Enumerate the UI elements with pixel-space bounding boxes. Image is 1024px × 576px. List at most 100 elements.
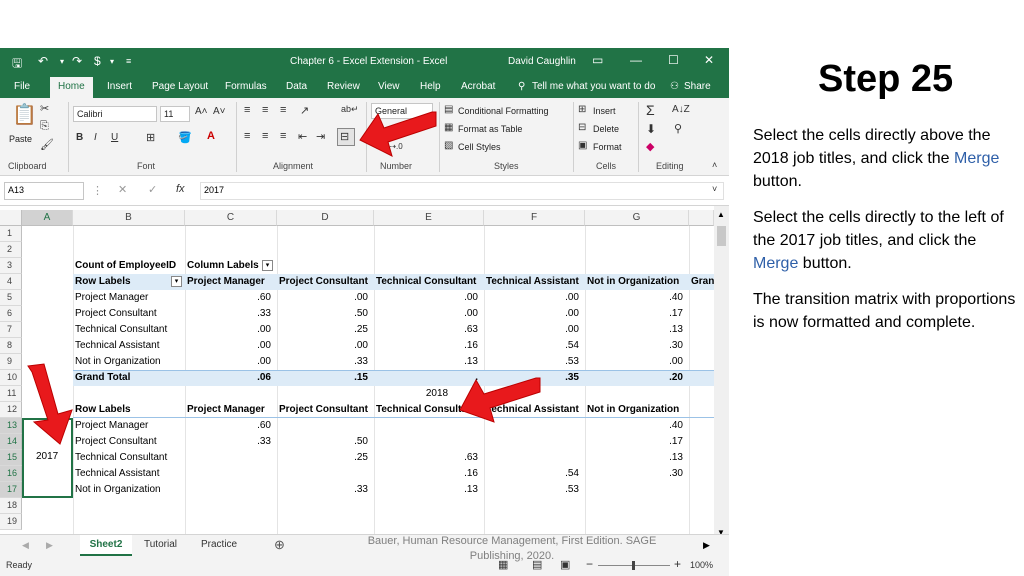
worksheet-grid[interactable]: A B C D E F G 1 2 3 4 5 6 7 8 9 10 11 12… — [0, 206, 714, 542]
pivot-cell[interactable]: .00 — [374, 306, 484, 322]
font-name-select[interactable]: Calibri — [73, 106, 157, 122]
delete-cells-icon[interactable]: ⊟ — [578, 122, 586, 133]
row-header[interactable]: 5 — [0, 290, 22, 306]
grand-total-cell[interactable]: .20 — [585, 370, 689, 386]
sheet-tab[interactable]: Practice — [201, 539, 237, 550]
fill-color-icon[interactable]: 🪣 — [178, 131, 192, 144]
tab-home[interactable]: Home — [50, 77, 93, 98]
clear-icon[interactable]: ◆ — [646, 140, 654, 153]
pivot-cell[interactable]: .16 — [374, 338, 484, 354]
pivot-cell[interactable]: .00 — [585, 354, 689, 370]
tab-insert[interactable]: Insert — [107, 81, 132, 92]
tab-acrobat[interactable]: Acrobat — [461, 81, 495, 92]
delete-cells-button[interactable]: Delete — [593, 124, 619, 134]
matrix-cell[interactable] — [484, 450, 585, 466]
column-header[interactable]: C — [185, 210, 277, 226]
pivot-cell[interactable]: .13 — [585, 322, 689, 338]
matrix-cell[interactable]: .53 — [484, 482, 585, 498]
pivot-cell[interactable]: .00 — [185, 338, 277, 354]
paste-label[interactable]: Paste — [9, 134, 32, 144]
row-header[interactable]: 13 — [0, 418, 22, 434]
matrix-cell[interactable]: .17 — [585, 434, 689, 450]
maximize-icon[interactable]: ☐ — [668, 53, 679, 67]
insert-function-icon[interactable]: fx — [176, 183, 185, 195]
grand-total-label[interactable]: Grand Total — [75, 370, 185, 386]
row-header[interactable]: 16 — [0, 466, 22, 482]
format-painter-icon[interactable]: 🖌 — [40, 138, 54, 151]
prev-sheet-icon[interactable]: ◀ — [22, 540, 29, 551]
pivot-cell[interactable]: .40 — [585, 290, 689, 306]
pivot-cell[interactable]: .60 — [185, 290, 277, 306]
matrix-col-header[interactable]: Project Consultant — [279, 402, 376, 418]
top-align-icon[interactable]: ≡ — [244, 104, 250, 116]
ribbon-display-icon[interactable]: ▭ — [592, 53, 603, 67]
matrix-cell[interactable]: .60 — [185, 418, 277, 434]
wrap-text-icon[interactable]: ab↵ — [341, 104, 359, 115]
matrix-row-label[interactable]: Technical Assistant — [75, 466, 185, 482]
row-header[interactable]: 10 — [0, 370, 22, 386]
paste-icon[interactable]: 📋 — [12, 102, 37, 127]
copy-icon[interactable]: ⎘ — [40, 120, 49, 133]
row-header[interactable]: 1 — [0, 226, 22, 242]
tab-review[interactable]: Review — [327, 81, 360, 92]
increase-font-icon[interactable]: A˄ — [195, 106, 208, 117]
pivot-cell[interactable]: .50 — [277, 306, 374, 322]
redo-icon[interactable]: ↷ — [72, 54, 82, 68]
pivot-col-header[interactable]: Grand — [691, 274, 714, 290]
matrix-row-label[interactable]: Project Manager — [75, 418, 185, 434]
undo-dropdown-icon[interactable]: ▾ — [60, 57, 64, 66]
format-as-table-button[interactable]: Format as Table — [458, 124, 522, 134]
merged-year-2018[interactable]: 2018 — [185, 386, 689, 402]
pivot-cell[interactable]: .33 — [277, 354, 374, 370]
pivot-cell[interactable]: .25 — [277, 322, 374, 338]
borders-icon[interactable]: ⊞ — [146, 131, 155, 144]
row-header[interactable]: 6 — [0, 306, 22, 322]
row-header[interactable]: 9 — [0, 354, 22, 370]
autosum-icon[interactable]: Σ — [646, 102, 655, 118]
qa-dropdown-icon[interactable]: ▾ — [110, 57, 114, 66]
matrix-cell[interactable]: .33 — [277, 482, 374, 498]
column-header[interactable]: G — [585, 210, 689, 226]
save-icon[interactable]: 🖫 — [12, 54, 22, 75]
formula-input[interactable]: 2017 — [200, 182, 724, 200]
matrix-cell[interactable] — [185, 450, 277, 466]
pivot-cell[interactable]: .30 — [585, 338, 689, 354]
pivot-col-header[interactable]: Technical Consultant — [376, 274, 484, 290]
scroll-right-icon[interactable]: ▶ — [703, 540, 710, 551]
conditional-formatting-button[interactable]: Conditional Formatting — [458, 106, 549, 116]
tab-file[interactable]: File — [14, 81, 30, 92]
column-header[interactable]: A — [22, 210, 73, 226]
insert-cells-icon[interactable]: ⊞ — [578, 104, 586, 115]
conditional-formatting-icon[interactable]: ▤ — [444, 104, 453, 115]
italic-icon[interactable]: I — [94, 132, 97, 143]
select-all-corner[interactable] — [0, 210, 22, 226]
pivot-cell[interactable]: .63 — [374, 322, 484, 338]
bold-icon[interactable]: B — [76, 132, 83, 143]
pivot-cell[interactable]: .00 — [185, 354, 277, 370]
font-color-icon[interactable]: A — [207, 130, 215, 142]
format-cells-icon[interactable]: ▣ — [578, 140, 587, 151]
pivot-cell[interactable]: .33 — [185, 306, 277, 322]
tell-me-search[interactable]: Tell me what you want to do — [532, 81, 655, 92]
insert-cells-button[interactable]: Insert — [593, 106, 616, 116]
pivot-row-label[interactable]: Project Consultant — [75, 306, 185, 322]
matrix-row-label[interactable]: Project Consultant — [75, 434, 185, 450]
minimize-icon[interactable]: — — [630, 53, 642, 67]
column-header[interactable]: D — [277, 210, 374, 226]
matrix-cell[interactable] — [185, 482, 277, 498]
pivot-cell[interactable]: .00 — [277, 290, 374, 306]
share-button[interactable]: Share — [684, 81, 711, 92]
sheet-tab-active[interactable]: Sheet2 — [80, 535, 132, 556]
orientation-icon[interactable]: ↗ — [300, 104, 309, 117]
column-header[interactable]: B — [73, 210, 185, 226]
sheet-tab[interactable]: Tutorial — [144, 539, 177, 550]
pivot-row-label[interactable]: Technical Assistant — [75, 338, 185, 354]
row-header[interactable]: 19 — [0, 514, 22, 530]
pivot-cell[interactable]: .00 — [277, 338, 374, 354]
find-icon[interactable]: ⚲ — [674, 122, 682, 135]
grand-total-cell[interactable]: .15 — [277, 370, 374, 386]
format-painter-qa-icon[interactable]: $ — [94, 54, 101, 68]
middle-align-icon[interactable]: ≡ — [262, 104, 268, 116]
matrix-cell[interactable]: .16 — [374, 466, 484, 482]
scroll-thumb[interactable] — [717, 226, 726, 246]
